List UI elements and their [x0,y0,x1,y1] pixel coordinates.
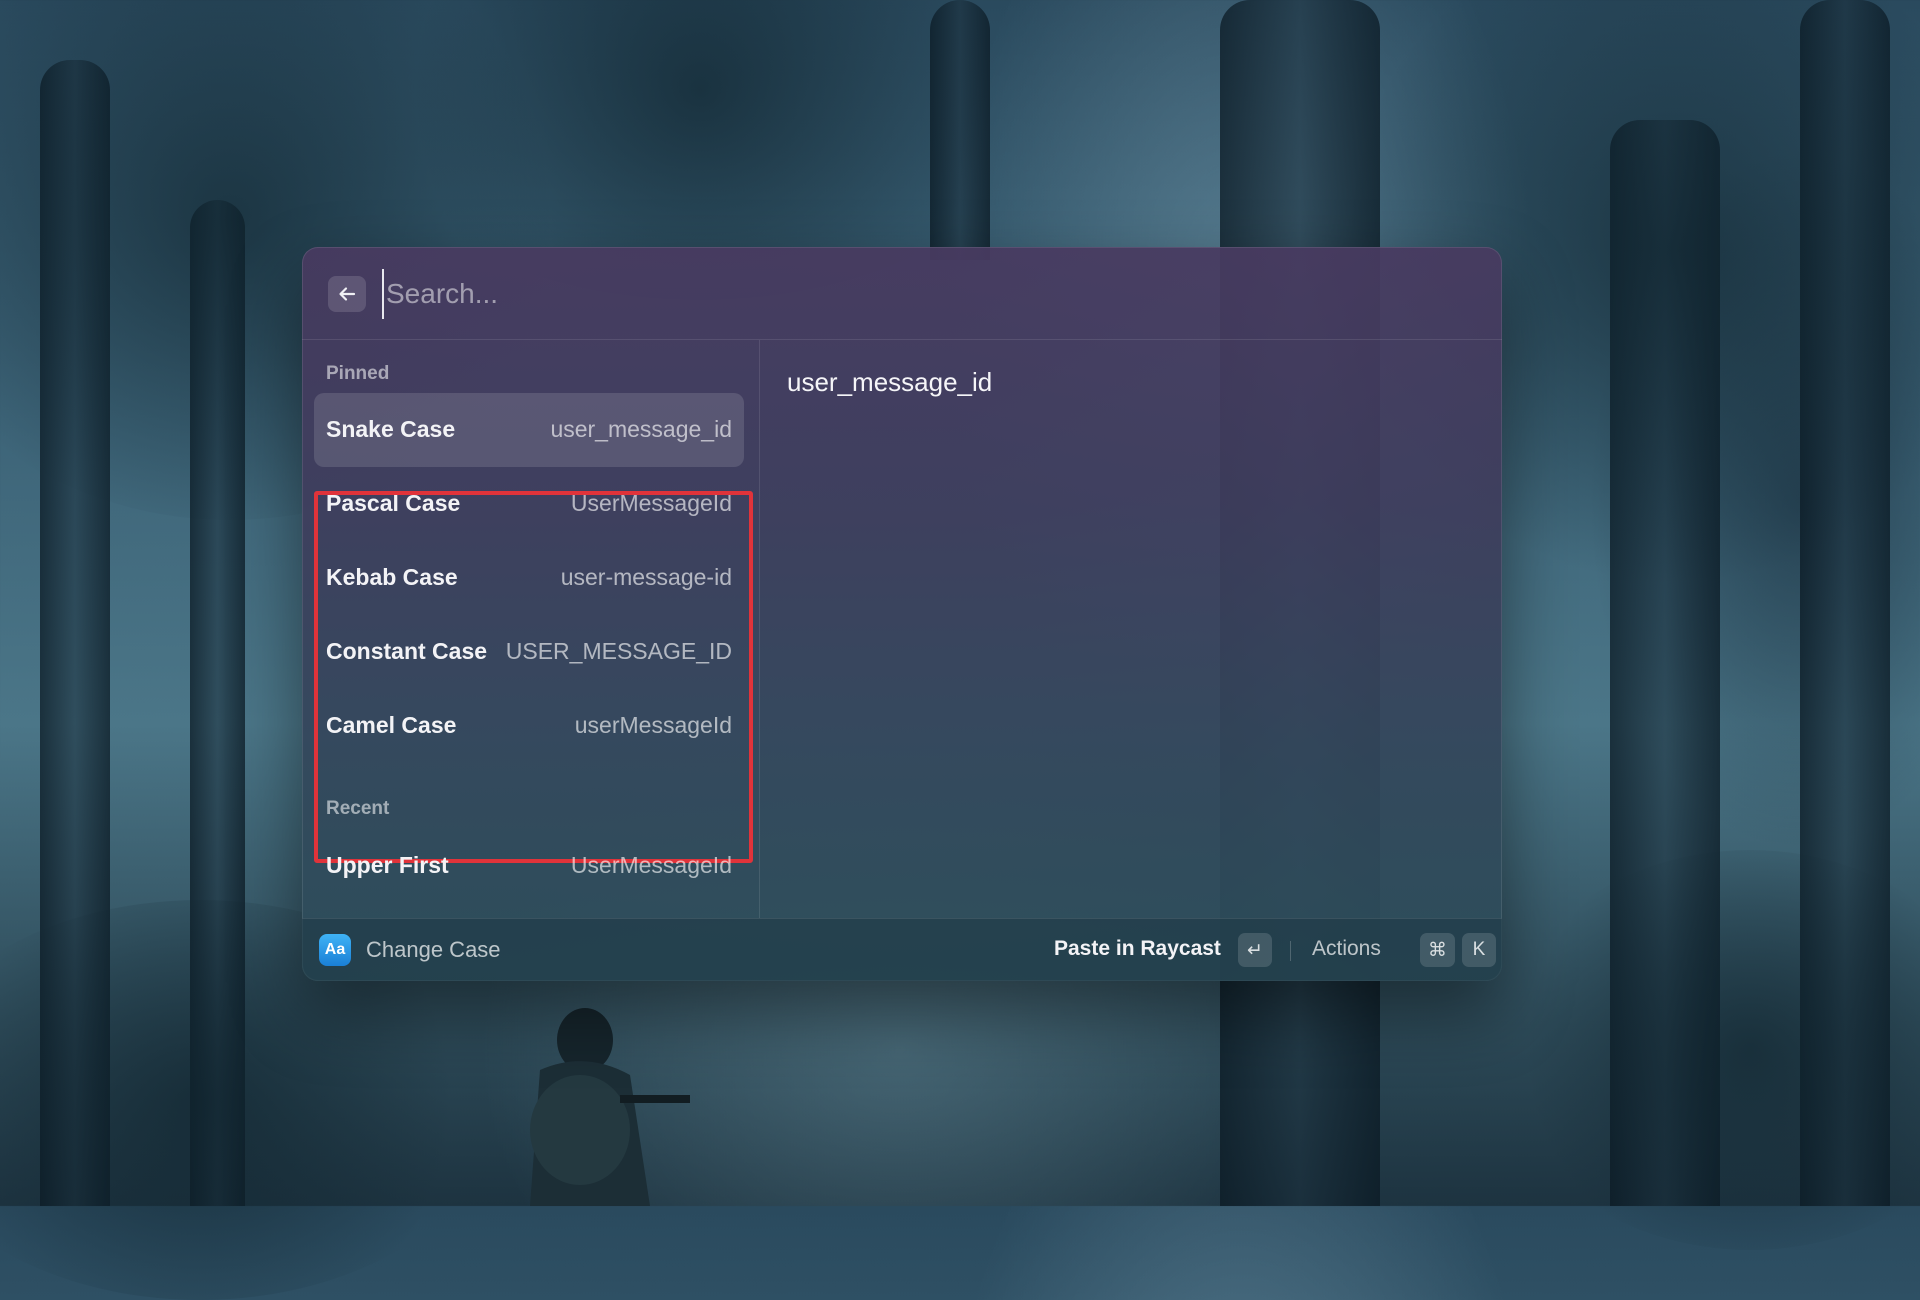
list-item-camel-case[interactable]: Camel Case userMessageId [314,689,744,763]
extension-name: Change Case [366,937,501,962]
item-value: user_message_id [550,416,732,442]
action-bar: Aa Change Case Paste in Raycast ↵ Action… [302,918,1502,981]
search-input[interactable] [382,269,1462,319]
list-item-constant-case[interactable]: Constant Case USER_MESSAGE_ID [314,615,744,689]
item-title: Upper First [326,852,449,878]
raycast-window: Pinned Snake Case user_message_id Pascal… [302,247,1502,981]
detail-preview-text: user_message_id [787,367,993,397]
item-title: Constant Case [326,638,488,664]
item-title: Snake Case [326,416,456,442]
list-item-upper-first[interactable]: Upper First UserMessageId [314,829,744,903]
list-item-pascal-case[interactable]: Pascal Case UserMessageId [314,467,744,541]
command-key-icon: ⌘ [1420,933,1455,967]
section-header-pinned: Pinned [326,363,390,384]
section-header-recent: Recent [326,798,390,819]
item-value: UserMessageId [570,852,732,878]
item-title: Camel Case [326,712,457,738]
list-item-snake-case[interactable]: Snake Case user_message_id [314,393,744,467]
list-item-kebab-case[interactable]: Kebab Case user-message-id [314,541,744,615]
item-value: UserMessageId [570,490,732,516]
item-title: Kebab Case [326,564,458,590]
item-value: userMessageId [574,712,732,738]
detail-pane: user_message_id [760,340,1502,918]
arrow-left-icon [339,287,356,301]
action-divider [1290,941,1291,961]
return-key-icon: ↵ [1238,933,1272,967]
item-value: user-message-id [560,564,732,590]
actions-button[interactable]: Actions [1312,937,1381,961]
item-title: Pascal Case [326,490,461,516]
k-key-icon: K [1462,933,1496,967]
item-value: USER_MESSAGE_ID [505,638,732,664]
back-button[interactable] [328,276,366,312]
change-case-icon: Aa [319,934,351,966]
paste-in-raycast-button[interactable]: Paste in Raycast [1054,937,1221,961]
soldier-figure [530,1008,690,1206]
search-bar [302,247,1502,340]
results-list: Pinned Snake Case user_message_id Pascal… [302,340,760,918]
